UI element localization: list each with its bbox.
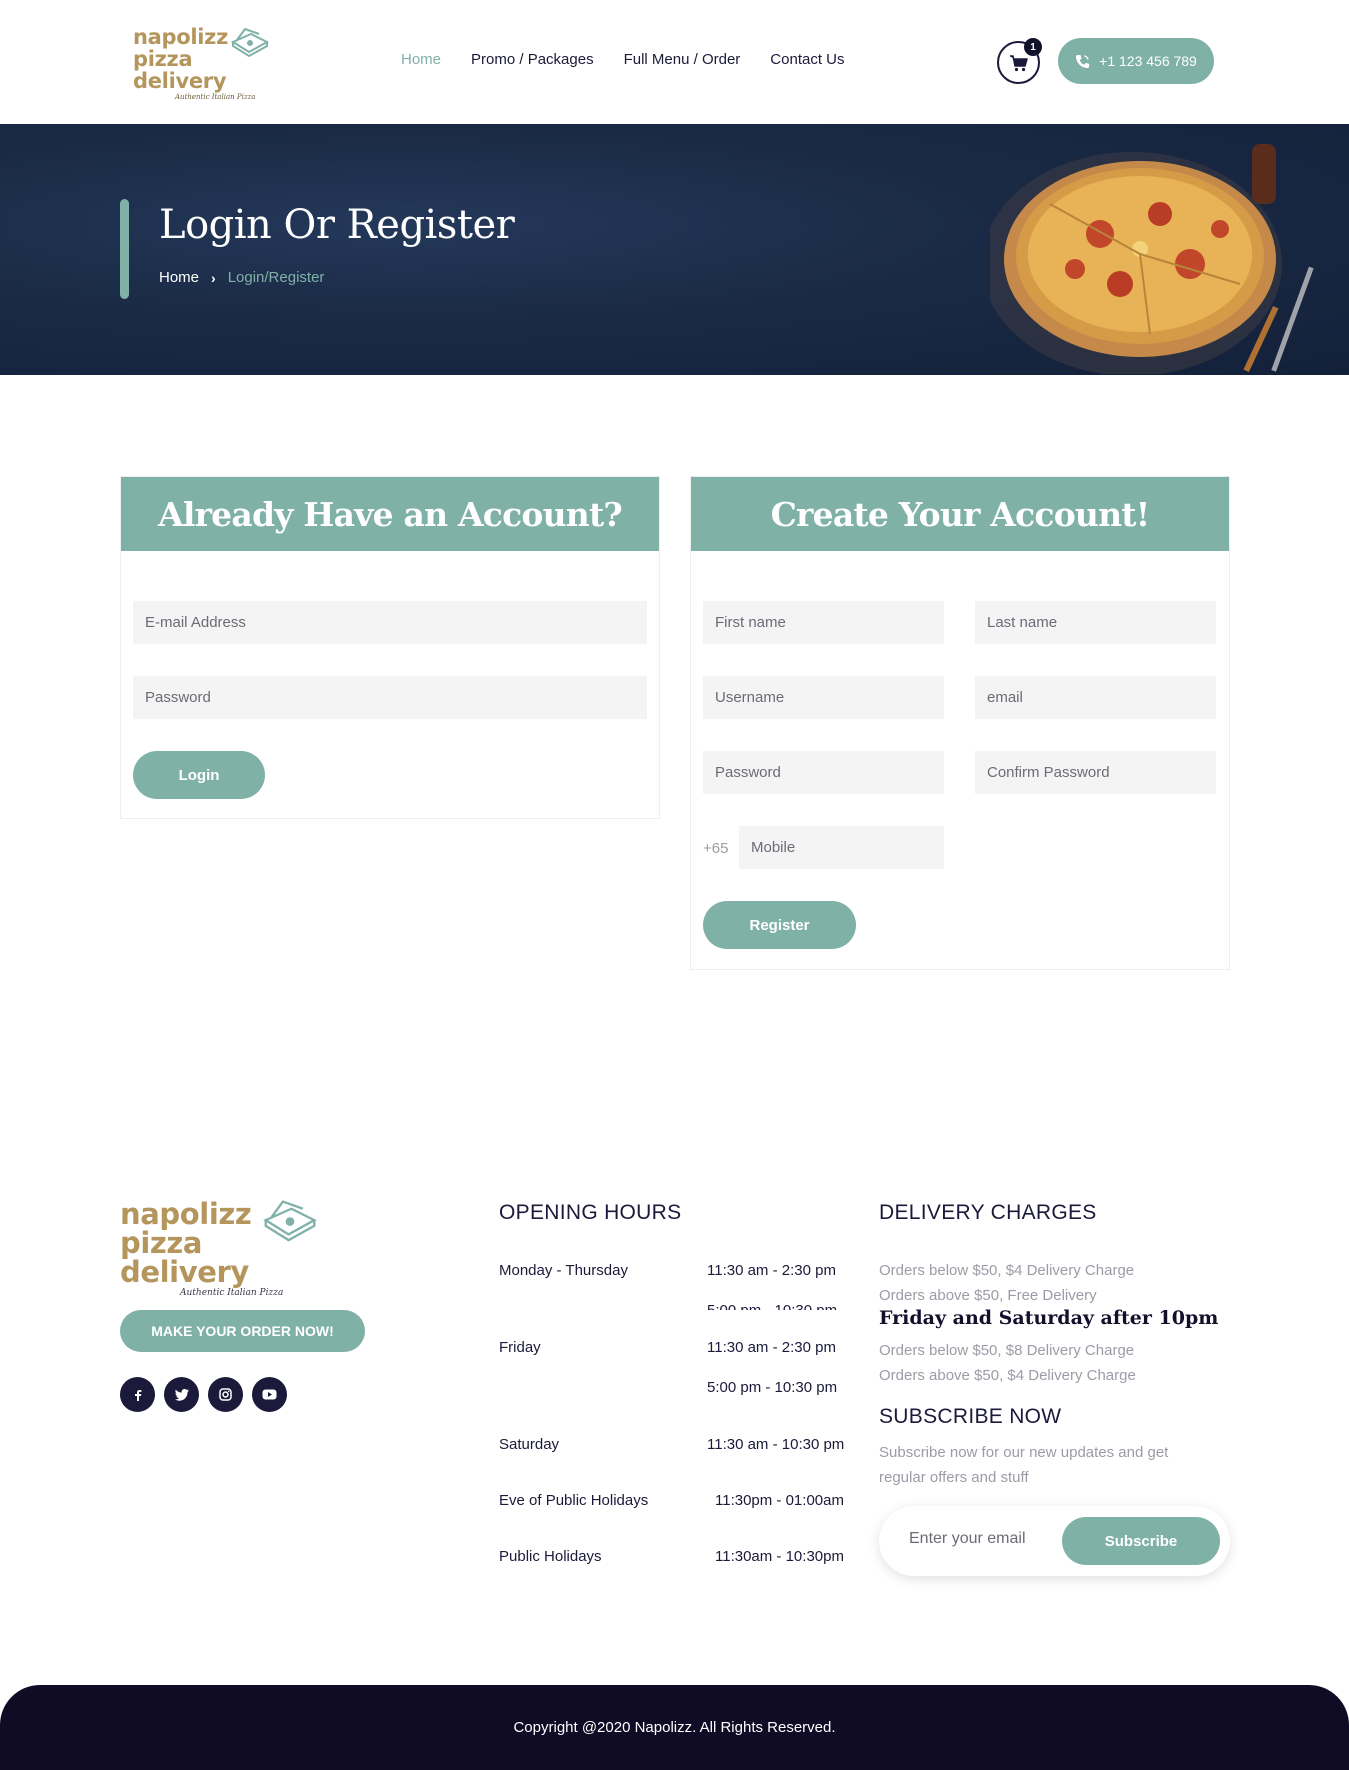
hours-day: Saturday: [499, 1436, 560, 1453]
login-password-field[interactable]: Password: [133, 676, 647, 719]
logo-tagline: Authentic Italian Pizza: [175, 93, 256, 101]
youtube-icon[interactable]: [252, 1377, 287, 1412]
hours-time: 11:30 am - 2:30 pm: [707, 1262, 836, 1279]
nav-full-menu-order[interactable]: Full Menu / Order: [624, 51, 741, 68]
login-title: Already Have an Account?: [121, 477, 659, 551]
register-email-field[interactable]: email: [975, 676, 1216, 719]
copyright-text: Copyright @2020 Napolizz. All Rights Res…: [513, 1719, 836, 1736]
pizza-box-icon: [230, 28, 270, 58]
confirm-password-field[interactable]: Confirm Password: [975, 751, 1216, 794]
login-card: Already Have an Account? E-mail Address …: [120, 476, 660, 819]
phone-icon: [1076, 54, 1090, 68]
delivery-line: Orders below $50, $8 Delivery Charge: [879, 1342, 1135, 1359]
banner-accent-bar: [120, 199, 129, 299]
twitter-icon[interactable]: [164, 1377, 199, 1412]
subscribe-button[interactable]: Subscribe: [1062, 1517, 1220, 1565]
facebook-icon[interactable]: [120, 1377, 155, 1412]
shopping-cart-icon: [1009, 54, 1028, 71]
nav-promo-packages[interactable]: Promo / Packages: [471, 51, 594, 68]
delivery-line: Orders below $50, $4 Delivery Charge: [879, 1262, 1135, 1279]
last-name-field[interactable]: Last name: [975, 601, 1216, 644]
login-email-field[interactable]: E-mail Address: [133, 601, 647, 644]
delivery-line: Orders above $50, Free Delivery: [879, 1287, 1097, 1304]
username-field[interactable]: Username: [703, 676, 944, 719]
main-nav: Home Promo / Packages Full Menu / Order …: [401, 51, 875, 68]
hours-time: 11:30am - 10:30pm: [715, 1548, 844, 1565]
hours-day: Public Holidays: [499, 1548, 602, 1565]
copyright-bar: Copyright @2020 Napolizz. All Rights Res…: [0, 1685, 1349, 1770]
subscribe-text: Subscribe now for our new updates and ge…: [879, 1444, 1169, 1461]
hours-day: Friday: [499, 1339, 541, 1356]
delivery-line: Orders above $50, $4 Delivery Charge: [879, 1367, 1136, 1384]
first-name-field[interactable]: First name: [703, 601, 944, 644]
make-order-button[interactable]: MAKE YOUR ORDER NOW!: [120, 1310, 365, 1352]
hours-time: 11:30 am - 2:30 pm: [707, 1339, 836, 1356]
site-header: napolizz pizza delivery Authentic Italia…: [0, 0, 1349, 124]
breadcrumb: Home › Login/Register: [159, 269, 324, 286]
hours-time: 11:30 am - 10:30 pm: [707, 1436, 845, 1453]
footer-logo[interactable]: napolizz pizza delivery Authentic Italia…: [120, 1200, 330, 1300]
instagram-icon[interactable]: [208, 1377, 243, 1412]
pizza-box-icon: [263, 1200, 317, 1242]
cart-count-badge: 1: [1024, 38, 1042, 56]
register-title: Create Your Account!: [691, 477, 1229, 551]
hours-time: 5:00 pm - 10:30 pm: [707, 1302, 837, 1310]
subscribe-email-input[interactable]: Enter your email: [909, 1530, 1026, 1548]
register-password-field[interactable]: Password: [703, 751, 944, 794]
delivery-charges-title: DELIVERY CHARGES: [879, 1201, 1097, 1224]
nav-home[interactable]: Home: [401, 51, 441, 68]
footer-logo-tagline: Authentic Italian Pizza: [180, 1288, 284, 1298]
social-links: [120, 1377, 287, 1412]
login-button[interactable]: Login: [133, 751, 265, 799]
opening-hours-title: OPENING HOURS: [499, 1201, 682, 1224]
delivery-subtitle: Friday and Saturday after 10pm: [879, 1307, 1219, 1329]
phone-number: +1 123 456 789: [1099, 53, 1197, 69]
hours-time: 5:00 pm - 10:30 pm: [707, 1379, 838, 1396]
mobile-field[interactable]: Mobile: [739, 826, 944, 869]
nav-contact-us[interactable]: Contact Us: [770, 51, 844, 68]
register-button[interactable]: Register: [703, 901, 856, 949]
hours-time-clipped: 5:00 pm - 10:30 pm: [700, 1298, 860, 1310]
subscribe-title: SUBSCRIBE NOW: [879, 1405, 1062, 1428]
hours-day: Eve of Public Holidays: [499, 1492, 649, 1509]
subscribe-text: regular offers and stuff: [879, 1469, 1029, 1486]
pizza-image: [990, 144, 1314, 374]
page-banner: Login Or Register Home › Login/Register: [0, 124, 1349, 375]
hours-day: Monday - Thursday: [499, 1262, 628, 1279]
register-card: Create Your Account! First name Last nam…: [690, 476, 1230, 970]
mobile-prefix: +65: [703, 840, 729, 857]
phone-button[interactable]: +1 123 456 789: [1058, 38, 1214, 84]
breadcrumb-home[interactable]: Home: [159, 269, 199, 286]
breadcrumb-current: Login/Register: [227, 269, 325, 286]
page-title: Login Or Register: [159, 202, 515, 248]
site-logo[interactable]: napolizz pizza delivery Authentic Italia…: [133, 26, 273, 101]
chevron-right-icon: ›: [211, 269, 216, 286]
subscribe-form: Enter your email Subscribe: [879, 1506, 1230, 1576]
hours-time: 11:30pm - 01:00am: [715, 1492, 844, 1509]
